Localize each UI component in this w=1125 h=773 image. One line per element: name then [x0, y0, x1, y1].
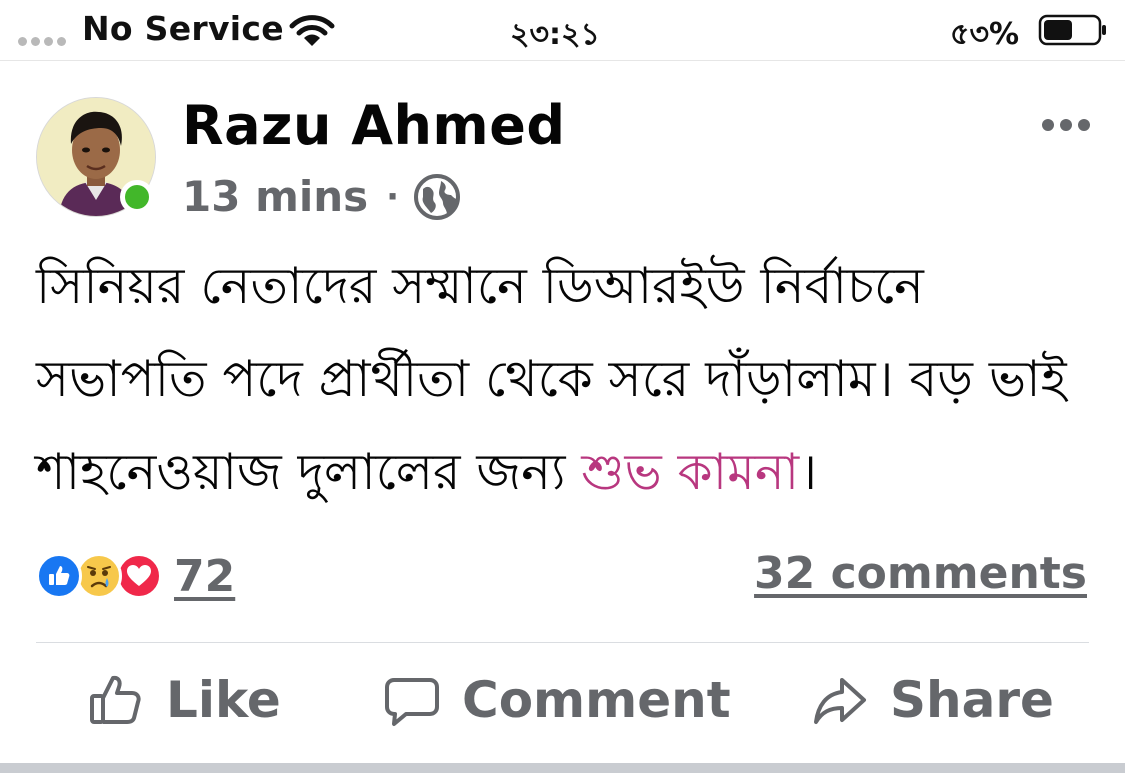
facebook-post-screen: No Service ২৩:২১ ৫৩% Razu Ahmed 13 mins …	[0, 0, 1125, 773]
divider	[36, 642, 1089, 643]
reactions-summary[interactable]: 72	[36, 551, 235, 602]
globe-icon	[414, 173, 461, 220]
online-status-indicator	[120, 180, 154, 214]
post-text: সিনিয়র নেতাদের সম্মানে ডিআরইউ নির্বাচনে…	[36, 240, 1096, 519]
status-bar: No Service ২৩:২১ ৫৩%	[0, 0, 1125, 61]
battery-icon	[1038, 14, 1106, 46]
author-name[interactable]: Razu Ahmed	[182, 94, 565, 157]
post-timestamp[interactable]: 13 mins	[182, 172, 368, 221]
comment-label: Comment	[462, 671, 731, 729]
like-reaction-icon	[36, 553, 82, 599]
comment-bubble-icon	[385, 678, 439, 726]
post-text-main: সিনিয়র নেতাদের সম্মানে ডিআরইউ নির্বাচনে…	[36, 257, 1067, 501]
like-label: Like	[166, 671, 281, 729]
more-options-icon[interactable]	[1040, 116, 1092, 134]
comment-button[interactable]: Comment	[384, 671, 731, 729]
signal-strength-icon	[18, 37, 66, 46]
reaction-count[interactable]: 72	[174, 551, 235, 602]
meta-separator: ·	[386, 176, 400, 217]
sad-reaction-icon	[76, 553, 122, 599]
thumbs-up-icon	[90, 675, 141, 724]
wifi-icon	[289, 15, 335, 46]
like-button[interactable]: Like	[88, 671, 281, 729]
share-arrow-icon	[814, 678, 866, 724]
post-meta: 13 mins ·	[182, 172, 461, 221]
comments-count-link[interactable]: 32 comments	[754, 548, 1087, 599]
love-reaction-icon	[116, 553, 162, 599]
share-button[interactable]: Share	[812, 671, 1054, 729]
post-text-highlight[interactable]: শুভ কামনা	[581, 443, 799, 501]
feed-separator-bar	[0, 763, 1125, 773]
status-time: ২৩:২১	[510, 17, 600, 52]
carrier-label: No Service	[82, 9, 284, 48]
battery-percent: ৫৩%	[950, 17, 1020, 52]
action-bar: Like Comment Share	[0, 655, 1125, 755]
post-text-end: ।	[799, 443, 818, 501]
share-label: Share	[890, 671, 1054, 729]
